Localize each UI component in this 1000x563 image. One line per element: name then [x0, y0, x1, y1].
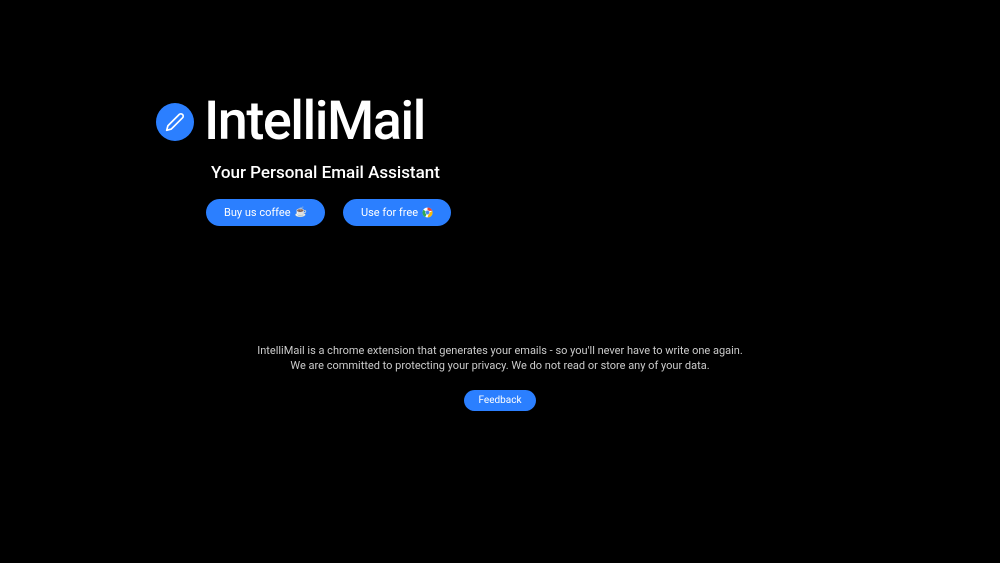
- footer-line-2: We are committed to protecting your priv…: [0, 358, 1000, 373]
- logo-circle: [156, 103, 194, 141]
- chrome-icon: [422, 207, 433, 218]
- pencil-icon: [165, 112, 185, 132]
- app-title: IntelliMail: [204, 95, 425, 149]
- footer-section: IntelliMail is a chrome extension that g…: [0, 343, 1000, 411]
- coffee-icon: ☕: [295, 207, 307, 218]
- feedback-button[interactable]: Feedback: [464, 390, 535, 411]
- button-row: Buy us coffee ☕ Use for free: [206, 199, 451, 226]
- buy-coffee-label: Buy us coffee: [224, 206, 291, 219]
- use-free-button[interactable]: Use for free: [343, 199, 451, 226]
- footer-line-1: IntelliMail is a chrome extension that g…: [0, 343, 1000, 358]
- hero-section: IntelliMail Your Personal Email Assistan…: [156, 95, 451, 226]
- footer-text: IntelliMail is a chrome extension that g…: [0, 343, 1000, 374]
- subtitle: Your Personal Email Assistant: [211, 163, 451, 183]
- buy-coffee-button[interactable]: Buy us coffee ☕: [206, 199, 325, 226]
- logo-title-row: IntelliMail: [156, 95, 451, 149]
- use-free-label: Use for free: [361, 206, 418, 219]
